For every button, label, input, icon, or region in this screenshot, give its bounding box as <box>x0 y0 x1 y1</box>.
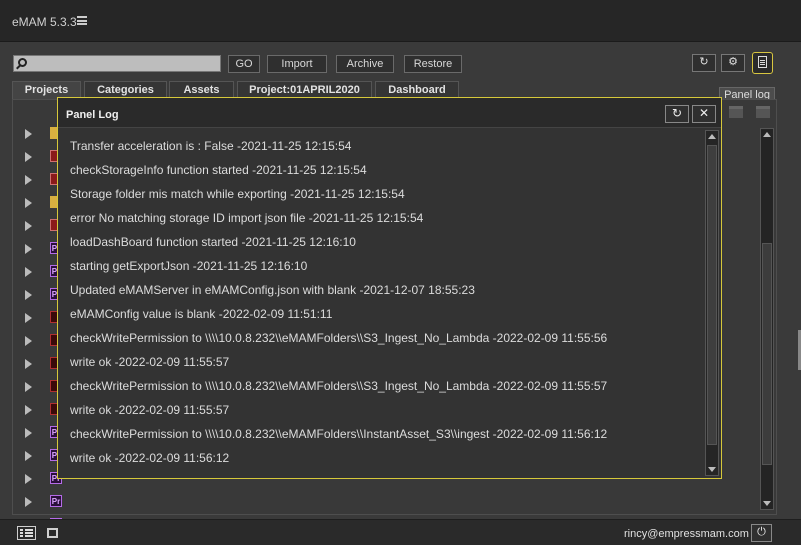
log-line: Storage folder mis match while exporting… <box>70 187 405 201</box>
scroll-up-icon[interactable] <box>763 132 771 137</box>
list-view-icon[interactable] <box>17 526 36 540</box>
panel-log-scroll-thumb[interactable] <box>707 145 717 445</box>
gear-icon: ⚙ <box>728 56 738 68</box>
log-line: eMAMConfig value is blank -2022-02-09 11… <box>70 307 333 321</box>
log-line: write ok -2022-02-09 11:55:57 <box>70 403 230 417</box>
tile-view-icon[interactable] <box>47 528 58 538</box>
log-line: Updated eMAMServer in eMAMConfig.json wi… <box>70 283 475 297</box>
expand-arrow-icon[interactable] <box>25 336 32 346</box>
panel-log-header: Panel Log ↻ ✕ <box>58 98 721 128</box>
scroll-up-icon[interactable] <box>708 134 716 139</box>
hamburger-menu-icon[interactable] <box>77 16 87 25</box>
expand-arrow-icon[interactable] <box>25 474 32 484</box>
scroll-down-icon[interactable] <box>708 467 716 472</box>
search-icon <box>18 58 27 67</box>
document-icon <box>758 56 767 69</box>
expand-arrow-icon[interactable] <box>25 382 32 392</box>
expand-arrow-icon[interactable] <box>25 129 32 139</box>
refresh-button[interactable]: ↻ <box>692 54 716 72</box>
expand-arrow-icon[interactable] <box>25 359 32 369</box>
panel-log-dialog: Panel Log ↻ ✕ Transfer acceleration is :… <box>57 97 722 479</box>
archive-button[interactable]: Archive <box>336 55 394 73</box>
panel-log-title: Panel Log <box>66 109 119 121</box>
user-email: rincy@empressmam.com <box>624 528 749 540</box>
list-item[interactable]: Pr <box>25 492 145 512</box>
log-line: checkWritePermission to \\\\10.0.8.232\\… <box>70 427 608 441</box>
panel-log-refresh-button[interactable]: ↻ <box>665 105 689 123</box>
project-list-scroll-thumb[interactable] <box>762 243 772 465</box>
expand-arrow-icon[interactable] <box>25 267 32 277</box>
expand-arrow-icon[interactable] <box>25 451 32 461</box>
expand-arrow-icon[interactable] <box>25 244 32 254</box>
search-box[interactable] <box>13 55 221 72</box>
panel-log-close-button[interactable]: ✕ <box>692 105 716 123</box>
expand-arrow-icon[interactable] <box>25 175 32 185</box>
expand-arrow-icon[interactable] <box>25 198 32 208</box>
log-line: error No matching storage ID import json… <box>70 211 424 225</box>
status-bar: rincy@empressmam.com ⏻ <box>0 519 801 545</box>
expand-arrow-icon[interactable] <box>25 152 32 162</box>
search-input[interactable] <box>32 57 218 70</box>
close-icon: ✕ <box>698 106 710 120</box>
log-line: checkWritePermission to \\\\10.0.8.232\\… <box>70 331 608 345</box>
go-button[interactable]: GO <box>228 55 260 73</box>
log-line: write ok -2022-02-09 11:55:57 <box>70 355 230 369</box>
refresh-icon: ↻ <box>671 106 683 120</box>
log-line: starting getExportJson -2021-11-25 12:16… <box>70 259 308 273</box>
panel-log-scrollbar[interactable] <box>705 130 719 476</box>
panel-log-content: Transfer acceleration is : False -2021-1… <box>62 129 707 477</box>
scroll-down-icon[interactable] <box>763 501 771 506</box>
power-icon: ⏻ <box>757 526 766 538</box>
restore-button[interactable]: Restore <box>404 55 462 73</box>
log-line: checkStorageInfo function started -2021-… <box>70 163 367 177</box>
log-line: write ok -2022-02-09 11:56:12 <box>70 451 230 465</box>
title-bar: eMAM 5.3.3 <box>0 0 801 42</box>
premiere-project-icon: Pr <box>50 495 62 507</box>
logout-button[interactable]: ⏻ <box>751 524 772 542</box>
refresh-icon: ↻ <box>699 56 709 68</box>
expand-arrow-icon[interactable] <box>25 290 32 300</box>
settings-button[interactable]: ⚙ <box>721 54 745 72</box>
log-line: loadDashBoard function started -2021-11-… <box>70 235 356 249</box>
folder-down-icon[interactable] <box>729 106 743 118</box>
expand-arrow-icon[interactable] <box>25 405 32 415</box>
project-list-scrollbar[interactable] <box>760 128 774 510</box>
expand-arrow-icon[interactable] <box>25 428 32 438</box>
panel-log-button[interactable] <box>752 52 773 74</box>
import-button[interactable]: Import <box>267 55 327 73</box>
log-line: Transfer acceleration is : False -2021-1… <box>70 139 352 153</box>
log-line: checkWritePermission to \\\\10.0.8.232\\… <box>70 379 608 393</box>
expand-arrow-icon[interactable] <box>25 221 32 231</box>
app-title: eMAM 5.3.3 <box>12 15 77 29</box>
folder-up-icon[interactable] <box>756 106 770 118</box>
expand-arrow-icon[interactable] <box>25 313 32 323</box>
expand-arrow-icon[interactable] <box>25 497 32 507</box>
